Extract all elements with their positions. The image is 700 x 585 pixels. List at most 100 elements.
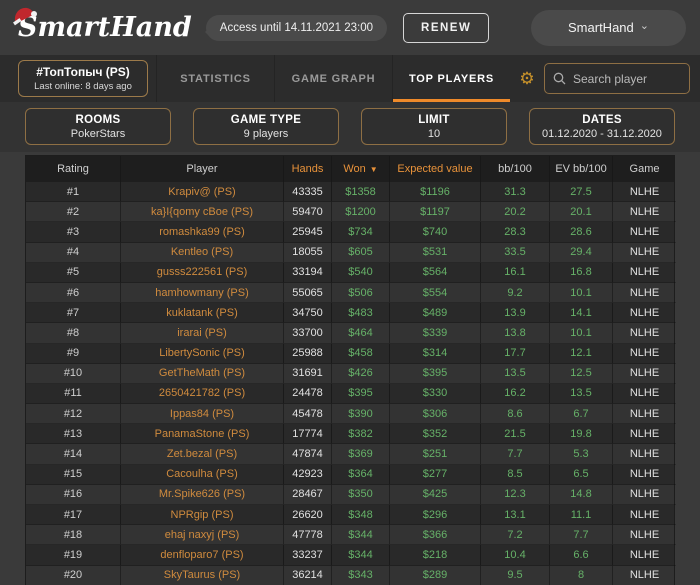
cell-player[interactable]: Ippas84 (PS): [121, 404, 284, 425]
cell-game: NLHE: [613, 182, 676, 203]
tab-statistics[interactable]: STATISTICS: [156, 55, 274, 102]
cell-ev-bb100: 14.1: [550, 303, 613, 324]
cell-rating: #2: [26, 202, 121, 223]
cell-player[interactable]: PanamaStone (PS): [121, 424, 284, 445]
filter-game-type[interactable]: GAME TYPE 9 players: [193, 108, 339, 145]
column-header-rating[interactable]: Rating: [26, 156, 121, 182]
cell-player[interactable]: GetTheMath (PS): [121, 363, 284, 384]
settings-gear-icon[interactable]: ⚙: [510, 55, 544, 102]
table-row[interactable]: #4 Kentleo (PS) 18055 $605 $531 33.5 29.4 NLHE: [26, 242, 676, 263]
table-row[interactable]: #6 hamhowmany (PS) 55065 $506 $554 9.2 10.1 NLH…: [26, 282, 676, 304]
cell-player[interactable]: ehaj naxyj (PS): [121, 525, 284, 546]
table-row[interactable]: #14 Zet.bezal (PS) 47874 $369 $251 7.7 5.3 NLHE: [26, 444, 676, 465]
table-row[interactable]: #10 GetTheMath (PS) 31691 $426 $395 13.5 12.5 N…: [26, 363, 676, 384]
column-header-bb100[interactable]: bb/100: [481, 156, 550, 182]
table-row[interactable]: #8 irarai (PS) 33700 $464 $339 13.8 10.1 NLHE: [26, 323, 676, 344]
table-row[interactable]: #1 Krapiv@ (PS) 43335 $1358 $1196 31.3 27.5 NLH…: [26, 182, 676, 203]
cell-player[interactable]: hamhowmany (PS): [121, 282, 284, 304]
table-row[interactable]: #16 Mr.Spike626 (PS) 28467 $350 $425 12.3 14.8…: [26, 484, 676, 505]
cell-expected-value: $395: [390, 363, 481, 384]
cell-player[interactable]: denfloparo7 (PS): [121, 545, 284, 566]
cell-player[interactable]: Krapiv@ (PS): [121, 182, 284, 203]
table-row[interactable]: #11 2650421782 (PS) 24478 $395 $330 16.2 13.5 N…: [26, 383, 676, 405]
tab-top-players[interactable]: TOP PLAYERS: [392, 55, 510, 102]
table-row[interactable]: #7 kuklatank (PS) 34750 $483 $489 13.9 14.1 NLH…: [26, 303, 676, 324]
cell-expected-value: $352: [390, 424, 481, 445]
cell-rating: #5: [26, 262, 121, 283]
cell-won: $344: [332, 545, 390, 566]
tab-top-players-label: TOP PLAYERS: [408, 72, 495, 85]
account-menu-label: SmartHand: [568, 20, 634, 35]
table-row[interactable]: #9 LibertySonic (PS) 25988 $458 $314 17.7 12.1…: [26, 343, 676, 364]
cell-expected-value: $277: [390, 464, 481, 485]
cell-rating: #9: [26, 343, 121, 364]
player-box[interactable]: #ТопТопыч (PS) Last online: 8 days ago: [18, 60, 148, 97]
cell-expected-value: $296: [390, 505, 481, 526]
search-input[interactable]: [573, 71, 681, 86]
cell-player[interactable]: irarai (PS): [121, 323, 284, 344]
cell-bb100: 9.2: [481, 282, 550, 304]
cell-expected-value: $218: [390, 545, 481, 566]
cell-game: NLHE: [613, 404, 676, 425]
table-row[interactable]: #3 romashka99 (PS) 25945 $734 $740 28.3 28.6 NL…: [26, 222, 676, 243]
cell-won: $483: [332, 303, 390, 324]
app-logo-text: SmartHand: [18, 12, 192, 43]
filter-dates[interactable]: DATES 01.12.2020 - 31.12.2020: [529, 108, 675, 145]
account-menu[interactable]: SmartHand ⌄: [531, 9, 686, 46]
filter-value: PokerStars: [70, 127, 126, 140]
cell-hands: 47874: [284, 444, 332, 465]
cell-expected-value: $1197: [390, 202, 481, 223]
cell-bb100: 16.2: [481, 383, 550, 405]
cell-player[interactable]: Kentleo (PS): [121, 242, 284, 263]
cell-rating: #15: [26, 464, 121, 485]
cell-player[interactable]: ka}I{qomy cBoe (PS): [121, 202, 284, 223]
column-header-game[interactable]: Game: [613, 156, 676, 182]
cell-player[interactable]: NPRgip (PS): [121, 505, 284, 526]
column-header-expected-value[interactable]: Expected value: [390, 156, 481, 182]
table-row[interactable]: #19 denfloparo7 (PS) 33237 $344 $218 10.4 6.6 N…: [26, 545, 676, 566]
cell-ev-bb100: 7.7: [550, 525, 613, 546]
cell-player[interactable]: Cacoulha (PS): [121, 464, 284, 485]
cell-bb100: 33.5: [481, 242, 550, 263]
cell-player[interactable]: gusss222561 (PS): [121, 262, 284, 283]
cell-bb100: 12.3: [481, 484, 550, 505]
cell-player[interactable]: Zet.bezal (PS): [121, 444, 284, 465]
cell-bb100: 20.2: [481, 202, 550, 223]
search-box[interactable]: [544, 63, 690, 94]
cell-game: NLHE: [613, 263, 676, 283]
table-row[interactable]: #15 Cacoulha (PS) 42923 $364 $277 8.5 6.5 NLHE: [26, 464, 676, 485]
table-row[interactable]: #12 Ippas84 (PS) 45478 $390 $306 8.6 6.7 NLHE: [26, 404, 676, 425]
column-header-ev-bb100[interactable]: EV bb/100: [550, 156, 613, 182]
filter-rooms[interactable]: ROOMS PokerStars: [25, 108, 171, 145]
cell-bb100: 9.5: [481, 565, 550, 585]
cell-player[interactable]: romashka99 (PS): [121, 222, 284, 243]
cell-expected-value: $339: [390, 323, 481, 344]
column-header-won[interactable]: Won ▼: [332, 156, 390, 182]
cell-won: $348: [332, 505, 390, 526]
cell-won: $1200: [332, 202, 390, 223]
column-header-hands[interactable]: Hands: [284, 156, 332, 182]
nav-bar: #ТопТопыч (PS) Last online: 8 days ago S…: [0, 55, 700, 102]
table-row[interactable]: #20 SkyTaurus (PS) 36214 $343 $289 9.5 8 NLHE: [26, 565, 676, 585]
table-row[interactable]: #2 ka}I{qomy cBoe (PS) 59470 $1200 $1197 20.2…: [26, 202, 676, 223]
cell-won: $382: [332, 424, 390, 445]
table-row[interactable]: #18 ehaj naxyj (PS) 47778 $344 $366 7.2 7.7 NLH…: [26, 525, 676, 546]
cell-player[interactable]: SkyTaurus (PS): [121, 565, 284, 585]
renew-button[interactable]: RENEW: [403, 12, 490, 43]
table-row[interactable]: #5 gusss222561 (PS) 33194 $540 $564 16.1 16.8 N…: [26, 262, 676, 283]
cell-player[interactable]: 2650421782 (PS): [121, 383, 284, 405]
cell-won: $458: [332, 343, 390, 364]
cell-player[interactable]: LibertySonic (PS): [121, 343, 284, 364]
table-row[interactable]: #13 PanamaStone (PS) 17774 $382 $352 21.5 19.8…: [26, 424, 676, 445]
cell-ev-bb100: 6.5: [550, 464, 613, 485]
tab-game-graph[interactable]: GAME GRAPH: [274, 55, 392, 102]
cell-ev-bb100: 11.1: [550, 505, 613, 526]
cell-player[interactable]: Mr.Spike626 (PS): [121, 484, 284, 505]
cell-hands: 31691: [284, 363, 332, 384]
filter-limit[interactable]: LIMIT 10: [361, 108, 507, 145]
column-header-player[interactable]: Player: [121, 156, 284, 182]
table-row[interactable]: #17 NPRgip (PS) 26620 $348 $296 13.1 11.1 NLHE: [26, 505, 676, 526]
sort-desc-icon: ▼: [369, 164, 378, 174]
cell-ev-bb100: 20.1: [550, 202, 613, 223]
cell-player[interactable]: kuklatank (PS): [121, 303, 284, 324]
